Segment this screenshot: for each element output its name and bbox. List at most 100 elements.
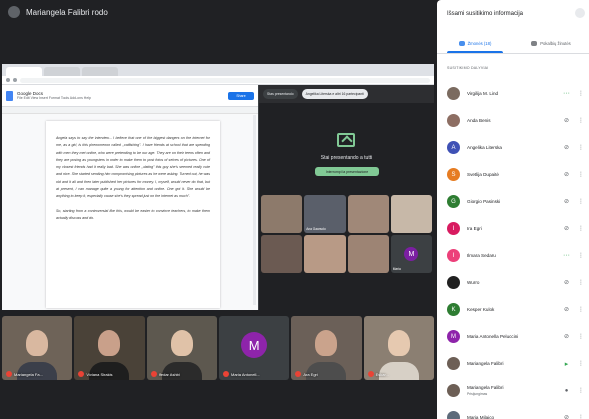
- avatar: [447, 411, 460, 419]
- browser-tab[interactable]: [82, 67, 118, 76]
- participant-role: Prisijungimas: [467, 391, 488, 396]
- avatar: M: [241, 332, 268, 358]
- avatar: I: [447, 249, 460, 262]
- more-options-icon[interactable]: ⋮: [578, 415, 584, 419]
- tile-name: Eskar...: [375, 371, 389, 377]
- participant-row[interactable]: A Angelika Literska ⊘ ⋮: [437, 134, 589, 161]
- meet-window: Mariangela Falibri rodo Google Docs File…: [0, 0, 589, 419]
- participant-row[interactable]: G Giorgio Pasinski ⊘ ⋮: [437, 188, 589, 215]
- shared-meet-view: Stas presentando Angelika Literska e alt…: [259, 85, 434, 310]
- more-options-icon[interactable]: ⋮: [578, 388, 584, 394]
- participant-tile[interactable]: Viviana Sirakis: [74, 316, 145, 380]
- tile-name-label: Mariangela Fa...: [6, 371, 43, 377]
- shared-video-tile: [261, 235, 303, 273]
- doc-paragraph: So, starting from a controversial like t…: [56, 208, 210, 220]
- participant-row[interactable]: Mariangela Falibri Prisijungimas ● ⋮: [437, 377, 589, 404]
- mic-off-icon: ⊘: [563, 307, 570, 313]
- more-options-icon[interactable]: ⋮: [578, 307, 584, 313]
- participant-name-block: Mariangela Falibri: [467, 361, 555, 367]
- tile-name: Mariangela Fa...: [14, 371, 43, 377]
- shared-video-tile: [261, 195, 303, 233]
- more-options-icon[interactable]: ⋮: [578, 172, 584, 178]
- participant-name: Giorgio Pasinski: [467, 198, 501, 204]
- more-options-icon[interactable]: ⋮: [578, 361, 584, 367]
- tile-name: Ifedar Ashbi: [158, 371, 180, 377]
- participant-tile[interactable]: M Maria Antonell...: [218, 316, 290, 380]
- more-options-icon[interactable]: ⋮: [578, 91, 584, 97]
- more-options-icon[interactable]: ⋮: [578, 199, 584, 205]
- panel-tabs: Žmonės (18) Pokalbių žinutės: [437, 34, 589, 54]
- tab-people-label: Žmonės (18): [467, 41, 492, 46]
- screen-share: Google Docs File Edit View Insert Format…: [2, 64, 434, 310]
- doc-page: Angela says to say the interview... I be…: [46, 121, 220, 308]
- more-options-icon[interactable]: ⋮: [578, 334, 584, 340]
- doc-share-button[interactable]: Share: [228, 91, 254, 100]
- tile-name: Viviana Sirakis: [86, 371, 113, 377]
- participant-name-block: Virgilija M. Lind: [467, 91, 555, 97]
- close-icon[interactable]: [575, 8, 585, 18]
- avatar: [447, 276, 460, 289]
- url-field[interactable]: [20, 77, 430, 83]
- tab-chat[interactable]: Pokalbių žinutės: [513, 34, 589, 53]
- doc-toolbar: [2, 107, 258, 114]
- mic-off-icon: [295, 371, 302, 377]
- participant-row[interactable]: Wurro ⊘ ⋮: [437, 269, 589, 296]
- mic-off-icon: [78, 371, 85, 377]
- participant-name: Ilmara Sedaru: [467, 252, 496, 258]
- tile-name: Maria: [392, 267, 401, 271]
- mic-on-icon: ●: [564, 387, 569, 394]
- participant-row[interactable]: I Ilmara Sedaru ··· ⋮: [437, 242, 589, 269]
- avatar: [447, 87, 460, 100]
- tab-people[interactable]: Žmonės (18): [437, 34, 513, 53]
- mic-off-icon: ⊘: [563, 280, 570, 286]
- presenting-chip: Stas presentando: [263, 89, 298, 99]
- tile-name-label: Maria Antonell...: [222, 371, 260, 377]
- avatar: A: [447, 141, 460, 154]
- avatar: S: [447, 168, 460, 181]
- participants-chip: Angelika Literska e altri 16 partecipant…: [301, 89, 368, 99]
- presenter-name: Mariangela Falibri rodo: [26, 7, 108, 17]
- browser-tab[interactable]: [6, 67, 42, 76]
- participant-row[interactable]: Virgilija M. Lind ··· ⋮: [437, 80, 589, 107]
- doc-paragraph: Angela says to say the interview... I be…: [56, 136, 210, 199]
- shared-video-tile: [304, 235, 346, 273]
- participant-tile[interactable]: Ifedar Ashbi: [146, 316, 217, 380]
- more-options-icon[interactable]: ⋮: [578, 118, 584, 124]
- participant-row[interactable]: Maria Milaico ⊘ ⋮: [437, 404, 589, 419]
- participant-name: Maria Milaico: [467, 414, 495, 419]
- participant-name: Svetlija Dupaitė: [467, 171, 499, 177]
- meeting-details-panel: Išsami susitikimo informacija Žmonės (18…: [437, 0, 589, 419]
- participant-row[interactable]: M Maria Antonella Peluccini ⊘ ⋮: [437, 323, 589, 350]
- avatar: [447, 114, 460, 127]
- participant-row[interactable]: Mariangela Falibri ▸ ⋮: [437, 350, 589, 377]
- panel-title: Išsami susitikimo informacija: [447, 11, 524, 17]
- presenting-title: Stai presentando a tutti: [320, 155, 373, 161]
- participant-tile[interactable]: Mariangela Fa...: [2, 316, 73, 380]
- more-options-icon[interactable]: ⋮: [578, 145, 584, 151]
- shared-video-tile: [390, 195, 432, 233]
- more-options-icon[interactable]: ⋮: [578, 226, 584, 232]
- participant-name-block: Maria Milaico: [467, 415, 555, 419]
- participant-name: Virgilija M. Lind: [467, 90, 499, 96]
- tile-name: Ara Egri: [303, 371, 318, 377]
- more-options-icon[interactable]: ⋮: [578, 280, 584, 286]
- browser-tab[interactable]: [44, 67, 80, 76]
- person-face: [26, 330, 49, 356]
- speaking-dots-icon: ···: [563, 252, 570, 259]
- participant-row[interactable]: Anda Benis ⊘ ⋮: [437, 107, 589, 134]
- doc-scrollbar[interactable]: [253, 115, 256, 305]
- participant-tile[interactable]: Eskar...: [363, 316, 434, 380]
- stop-presenting-button[interactable]: Interrompi la presentazione: [315, 167, 379, 176]
- participant-name-block: Ilmara Sedaru: [467, 253, 555, 259]
- more-options-icon[interactable]: ⋮: [578, 253, 584, 259]
- participant-row[interactable]: S Svetlija Dupaitė ⊘ ⋮: [437, 161, 589, 188]
- avatar: M: [447, 330, 460, 343]
- shared-participant-grid: Ana Gaarsolo M Maria: [259, 193, 434, 310]
- mic-off-icon: ⊘: [563, 118, 570, 124]
- participant-row[interactable]: I Ira Egri ⊘ ⋮: [437, 215, 589, 242]
- forward-icon: [13, 78, 17, 82]
- participant-tile[interactable]: Ara Egri: [291, 316, 362, 380]
- participant-row[interactable]: K Kesper Kulok ⊘ ⋮: [437, 296, 589, 323]
- avatar: M: [404, 247, 419, 261]
- participant-name-block: Ira Egri: [467, 226, 555, 232]
